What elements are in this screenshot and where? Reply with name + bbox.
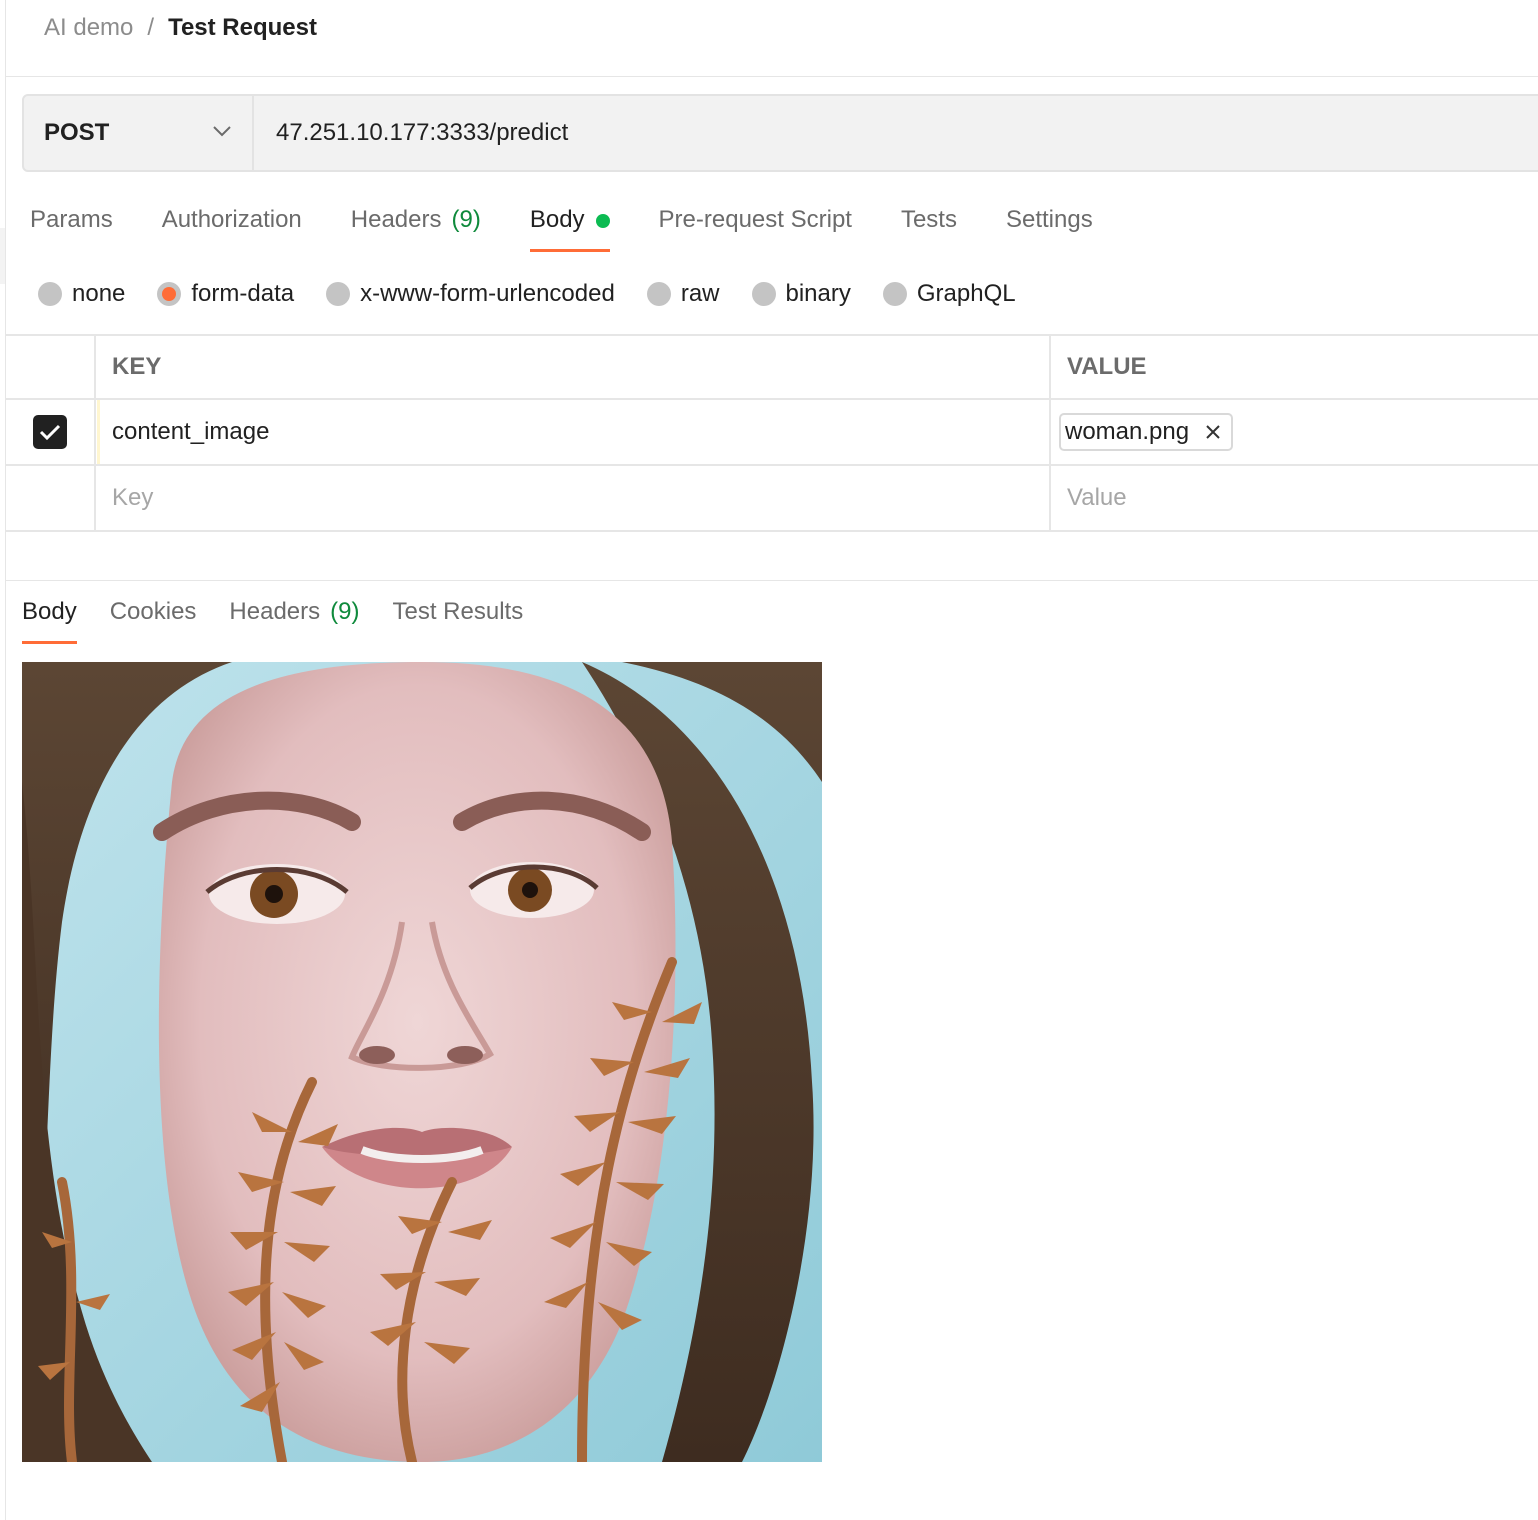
left-border — [5, 0, 6, 1520]
header-divider — [6, 76, 1538, 77]
tab-settings-label: Settings — [1005, 206, 1093, 233]
radio-button-selected — [157, 282, 182, 306]
breadcrumb-request-name[interactable]: Test Request — [168, 14, 317, 42]
chevron-down-icon — [212, 124, 232, 142]
method-select[interactable]: POST — [24, 96, 254, 170]
radio-button — [326, 282, 351, 306]
radio-label: GraphQL — [916, 280, 1016, 307]
sidebar-edge — [0, 228, 5, 284]
tab-body[interactable]: Body — [529, 200, 610, 254]
tab-settings[interactable]: Settings — [1006, 200, 1093, 254]
breadcrumb-separator: / — [147, 14, 155, 41]
response-tab-headers[interactable]: Headers (9) — [229, 592, 359, 646]
response-headers-count-badge: (9) — [330, 598, 360, 625]
radio-button — [646, 282, 671, 306]
response-tabs: Body Cookies Headers (9) Test Results — [22, 592, 556, 648]
tab-headers-label: Headers — [350, 206, 442, 233]
radio-label: raw — [680, 280, 720, 307]
close-icon[interactable] — [1205, 424, 1221, 440]
row-check-cell — [6, 466, 96, 530]
tab-params[interactable]: Params — [30, 200, 113, 254]
radio-label: form-data — [191, 280, 295, 307]
breadcrumb-collection[interactable]: AI demo — [44, 14, 133, 42]
response-tab-body[interactable]: Body — [22, 592, 77, 646]
radio-button — [751, 282, 776, 306]
body-status-dot — [595, 214, 610, 228]
response-image-preview — [22, 662, 822, 1462]
value-column-header: VALUE — [1067, 353, 1147, 380]
radio-binary[interactable]: binary — [751, 280, 851, 308]
row-marker — [97, 400, 100, 464]
form-data-table: KEY VALUE content_image woman.png Key Va… — [6, 334, 1538, 532]
radio-button — [38, 282, 62, 306]
radio-graphql[interactable]: GraphQL — [882, 280, 1016, 308]
row-value-cell: woman.png — [1051, 400, 1538, 464]
table-row: content_image woman.png — [6, 400, 1538, 466]
row-check-cell — [6, 400, 100, 464]
file-chip: woman.png — [1059, 413, 1234, 451]
tab-prerequest-script[interactable]: Pre-request Script — [659, 200, 852, 254]
headers-count-badge: (9) — [451, 206, 481, 233]
key-column-header: KEY — [96, 336, 1051, 398]
method-label: POST — [44, 119, 110, 146]
tab-authorization-label: Authorization — [161, 206, 302, 233]
tab-headers[interactable]: Headers (9) — [351, 200, 481, 254]
table-row-new: Key Value — [6, 466, 1538, 532]
url-input[interactable]: 47.251.10.177:3333/predict — [254, 96, 1538, 170]
checkmark-icon — [39, 424, 61, 441]
new-value-input[interactable]: Value — [1051, 466, 1538, 530]
response-tab-cookies[interactable]: Cookies — [110, 592, 197, 646]
response-tab-test-results[interactable]: Test Results — [392, 592, 523, 646]
request-tabs: Params Authorization Headers (9) Body Pre… — [30, 200, 1142, 256]
row-key-input[interactable]: content_image — [96, 400, 1051, 464]
tab-body-label: Body — [529, 206, 585, 233]
tab-params-label: Params — [30, 206, 113, 233]
tab-prerequest-label: Pre-request Script — [658, 206, 852, 233]
radio-label: x-www-form-urlencoded — [360, 280, 615, 307]
radio-x-www-form-urlencoded[interactable]: x-www-form-urlencoded — [326, 280, 615, 308]
body-type-radios: none form-data x-www-form-urlencoded raw… — [38, 278, 1048, 310]
radio-label: binary — [785, 280, 851, 307]
tab-tests[interactable]: Tests — [901, 200, 957, 254]
radio-none[interactable]: none — [38, 280, 125, 308]
radio-label: none — [72, 280, 126, 307]
table-header-row: KEY VALUE — [6, 334, 1538, 400]
response-tab-cookies-label: Cookies — [109, 598, 197, 625]
response-divider — [6, 580, 1538, 581]
response-tab-test-results-label: Test Results — [392, 598, 524, 625]
file-name: woman.png — [1065, 418, 1190, 445]
request-bar: POST 47.251.10.177:3333/predict — [22, 94, 1538, 172]
header-check-cell — [6, 336, 96, 398]
row-enabled-checkbox[interactable] — [33, 415, 67, 449]
radio-form-data[interactable]: form-data — [157, 280, 294, 308]
radio-raw[interactable]: raw — [646, 280, 720, 308]
response-tab-body-label: Body — [22, 598, 77, 625]
tab-authorization[interactable]: Authorization — [162, 200, 302, 254]
tab-tests-label: Tests — [900, 206, 957, 233]
new-key-input[interactable]: Key — [96, 466, 1051, 530]
response-tab-headers-label: Headers — [229, 598, 321, 625]
radio-button — [882, 282, 907, 306]
breadcrumb: AI demo / Test Request — [44, 12, 317, 44]
portrait-image — [22, 662, 822, 1462]
